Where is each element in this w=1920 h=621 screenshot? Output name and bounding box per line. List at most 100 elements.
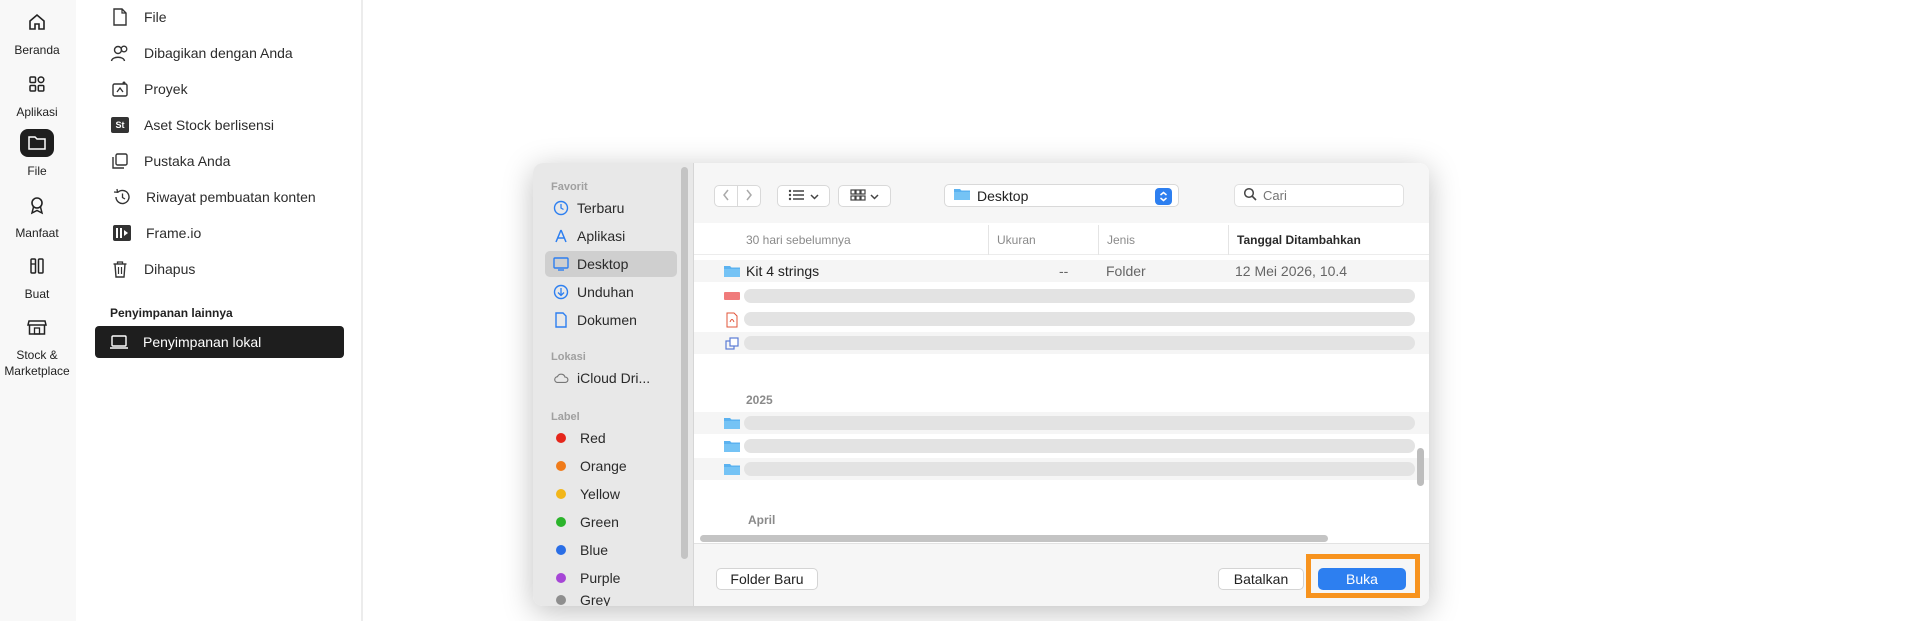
new-folder-button[interactable]: Folder Baru [716,568,818,590]
rail-label-2: Marketplace [4,364,70,378]
tag-dot-icon [556,517,566,527]
history-icon [112,187,132,207]
sidebar-tag-orange[interactable]: Orange [545,453,677,479]
laptop-icon [109,332,129,352]
sidebar-item-label: Green [580,514,619,530]
sidebar-item-label: Dokumen [577,312,637,328]
file-row[interactable] [694,435,1429,457]
horizontal-scrollbar[interactable] [700,535,1328,542]
folder-icon [20,129,54,157]
cloud-icon [553,370,569,386]
rail-label: Buat [24,287,50,301]
file-row[interactable]: Kit 4 strings -- Folder 12 Mei 2026, 10.… [694,260,1429,282]
search-input[interactable] [1263,188,1393,203]
file-row[interactable] [694,308,1429,330]
nav-item-file[interactable]: File [110,1,167,33]
redacted-name [744,462,1415,476]
sidebar-tag-green[interactable]: Green [545,509,677,535]
sidebar-tag-red[interactable]: Red [545,425,677,451]
rail-item-stock[interactable]: Stock & Marketplace [0,313,74,379]
sidebar-item-label: Grey [580,592,611,606]
home-icon [20,8,54,36]
nav-item-local-storage[interactable]: Penyimpanan lokal [95,326,344,358]
column-date-added[interactable]: Tanggal Ditambahkan [1228,225,1429,255]
rail-item-file[interactable]: File [0,129,74,179]
file-row[interactable] [694,332,1429,354]
folder-icon [723,264,741,278]
sidebar-item-label: Unduhan [577,284,634,300]
nav-item-riwayat[interactable]: Riwayat pembuatan konten [112,181,316,213]
sidebar-tag-purple[interactable]: Purple [545,565,677,591]
nav-item-pustaka[interactable]: Pustaka Anda [110,145,230,177]
nav-item-frameio[interactable]: Frame.io [112,217,201,249]
cancel-button[interactable]: Batalkan [1218,568,1304,590]
forward-button[interactable] [737,185,761,207]
locations-heading: Lokasi [551,351,586,363]
nav-item-label: Aset Stock berlisensi [144,117,274,133]
rail-item-buat[interactable]: Buat [0,252,74,302]
rail-item-beranda[interactable]: Beranda [0,8,74,58]
rail-item-aplikasi[interactable]: Aplikasi [0,70,74,120]
location-label: Desktop [977,187,1029,204]
column-name[interactable]: 30 hari sebelumnya [738,225,988,255]
nav-item-proyek[interactable]: Proyek [110,73,188,105]
sidebar-item-desktop[interactable]: Desktop [545,251,677,277]
sidebar-item-terbaru[interactable]: Terbaru [545,195,677,221]
shared-users-icon [110,43,130,63]
library-icon [110,151,130,171]
stock-icon: St [110,115,130,135]
trash-icon [110,259,130,279]
image-file-icon [723,289,741,303]
dialog-toolbar: Desktop [694,163,1429,223]
grid-view-button[interactable] [838,185,891,207]
labels-heading: Label [551,411,580,423]
file-row[interactable] [694,285,1429,307]
folder-icon [723,462,741,476]
nav-item-stock[interactable]: St Aset Stock berlisensi [110,109,274,141]
nav-item-label: Frame.io [146,225,202,241]
download-icon [553,284,569,300]
redacted-name [744,336,1415,350]
files-nav: File Dibagikan dengan Anda Proyek St Ase… [76,0,363,621]
sidebar-item-dokumen[interactable]: Dokumen [545,307,677,333]
sidebar-tag-grey[interactable]: Grey [545,591,677,606]
sidebar-item-aplikasi[interactable]: Aplikasi [545,223,677,249]
redacted-name [744,312,1415,326]
nav-item-label: File [144,9,167,25]
back-button[interactable] [714,185,738,207]
tag-dot-icon [556,433,566,443]
sidebar-tag-blue[interactable]: Blue [545,537,677,563]
nav-section-title: Penyimpanan lainnya [110,306,233,320]
award-icon [20,191,54,219]
sidebar-item-unduhan[interactable]: Unduhan [545,279,677,305]
group-heading-year: 2025 [746,393,773,407]
sidebar-item-label: iCloud Dri... [577,370,651,386]
location-stepper[interactable] [1155,188,1172,205]
sidebar-scrollbar[interactable] [681,167,688,559]
list-view-button[interactable] [777,185,830,207]
search-field[interactable] [1234,184,1404,207]
vertical-scrollbar[interactable] [1417,448,1424,486]
file-row[interactable] [694,412,1429,434]
alias-file-icon [723,336,741,350]
folder-icon [953,187,971,204]
tag-dot-icon [556,489,566,499]
tag-dot-icon [556,595,566,605]
column-size[interactable]: Ukuran [988,225,1098,255]
rail-label: Aplikasi [16,105,58,119]
sidebar-item-icloud[interactable]: iCloud Dri... [545,365,677,391]
rail-label: Stock & [16,348,58,362]
column-kind[interactable]: Jenis [1098,225,1228,255]
sidebar-item-label: Blue [580,542,609,558]
nav-item-dihapus[interactable]: Dihapus [110,253,195,285]
location-popup[interactable]: Desktop [944,184,1179,207]
sidebar-item-label: Red [580,430,606,446]
chevron-down-icon [810,189,819,203]
group-heading-month: April [748,513,776,527]
up-down-icon [1159,189,1168,205]
rail-item-manfaat[interactable]: Manfaat [0,191,74,241]
file-row[interactable] [694,458,1429,480]
dialog-sidebar: Favorit Terbaru Aplikasi Desktop Unduhan… [533,163,694,606]
sidebar-tag-yellow[interactable]: Yellow [545,481,677,507]
nav-item-shared[interactable]: Dibagikan dengan Anda [110,37,293,69]
